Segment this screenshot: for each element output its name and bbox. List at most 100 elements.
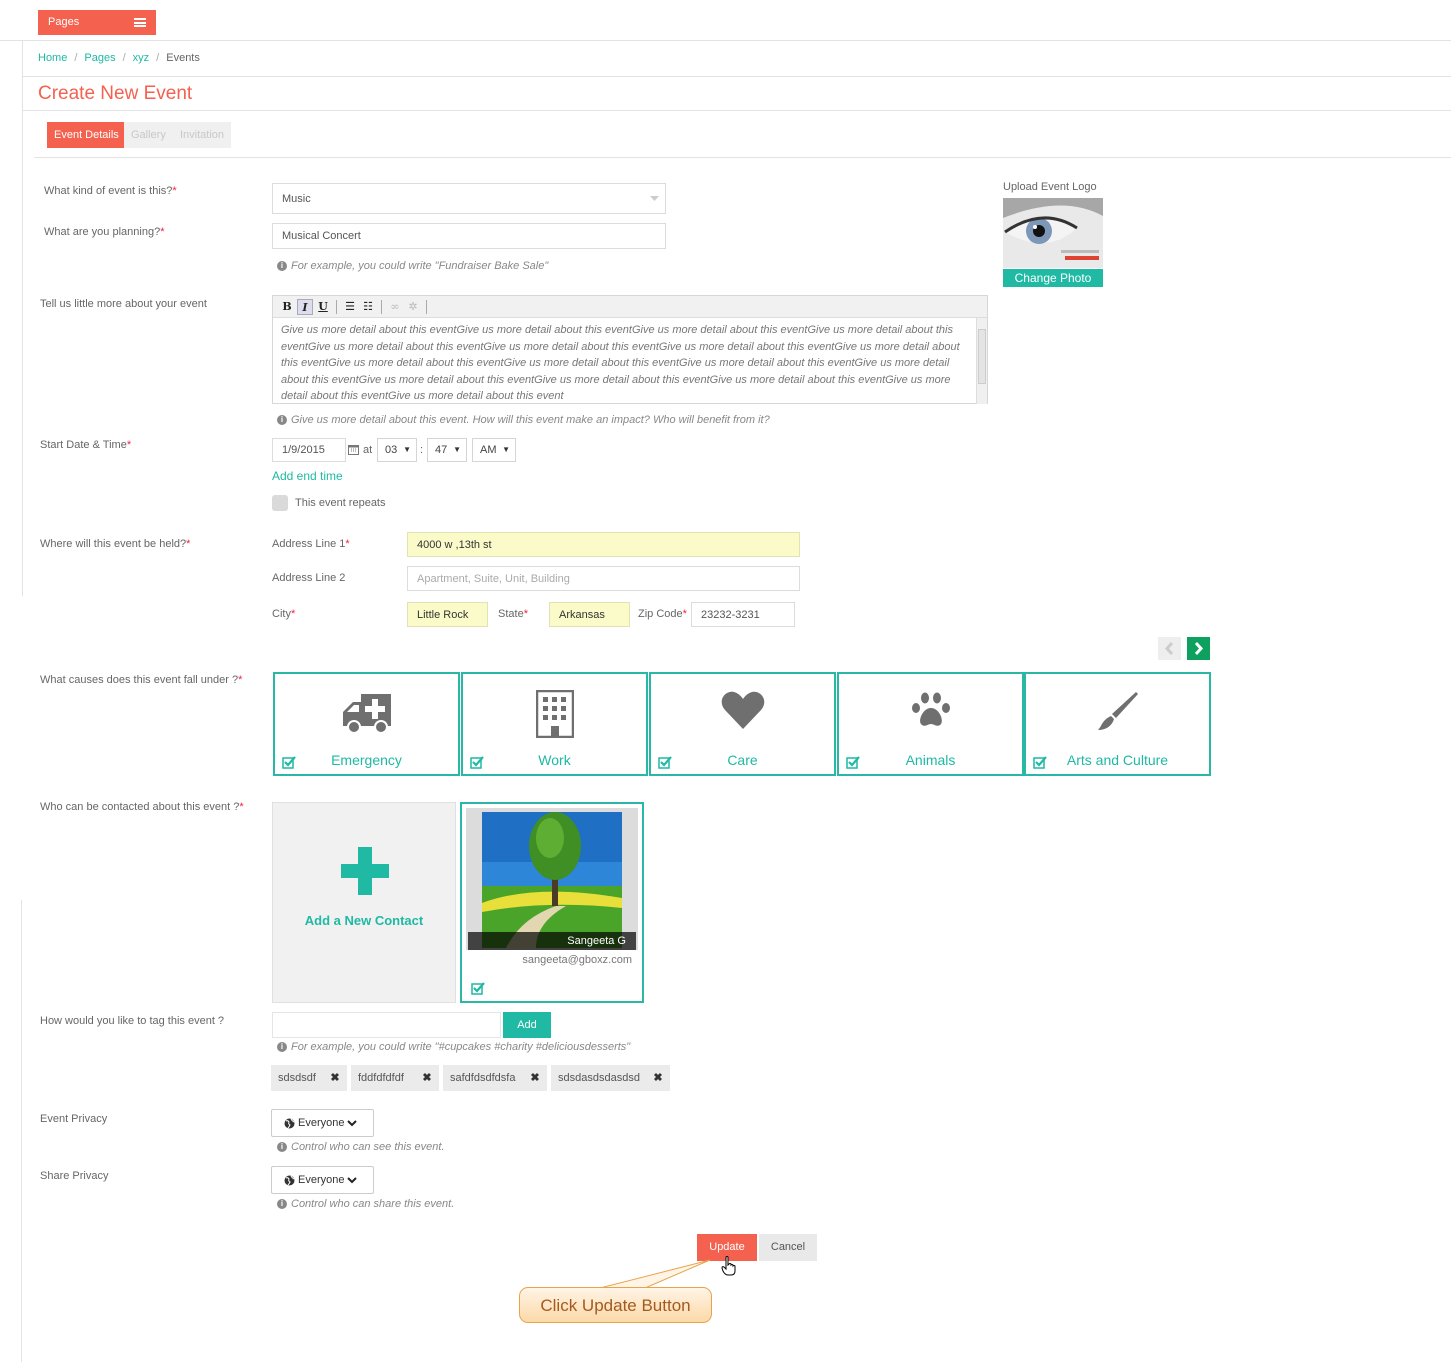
tab-invitation[interactable]: Invitation	[173, 122, 232, 148]
info-icon: i	[277, 415, 287, 426]
tab-event-details[interactable]: Event Details	[47, 122, 126, 148]
info-icon: i	[277, 261, 287, 272]
address1-label: Address Line 1*	[272, 538, 350, 550]
description-hint: i Give us more detail about this event. H…	[277, 414, 770, 426]
info-icon: i	[277, 1199, 287, 1210]
carousel-next-button[interactable]	[1187, 637, 1210, 660]
close-icon[interactable]: ✖	[529, 1072, 541, 1084]
planning-hint: i For example, you could write "Fundraise…	[277, 260, 548, 272]
bold-icon[interactable]: B	[279, 299, 295, 315]
description-label: Tell us little more about your event	[40, 298, 207, 310]
chevron-down-icon	[347, 1119, 358, 1126]
tab-gallery[interactable]: Gallery	[124, 122, 173, 148]
address1-value: 4000 w ,13th st	[417, 538, 492, 551]
underline-icon[interactable]: U	[315, 299, 331, 315]
zip-input[interactable]: 23232-3231	[691, 602, 795, 627]
pages-menu-button[interactable]: Pages	[38, 10, 156, 35]
chevron-down-icon	[347, 1176, 358, 1183]
address2-input[interactable]: Apartment, Suite, Unit, Building	[407, 566, 800, 591]
plus-icon	[341, 847, 389, 898]
bullet-list-icon[interactable]: ☰	[342, 299, 358, 315]
share-privacy-dropdown[interactable]: Everyone	[271, 1166, 374, 1194]
repeats-label: This event repeats	[295, 497, 386, 509]
editor-toolbar: B I U ☰ ☷ ∞ ✲	[273, 296, 987, 318]
cause-name: Emergency	[331, 752, 402, 768]
close-icon[interactable]: ✖	[421, 1072, 433, 1084]
cause-name: Care	[727, 752, 758, 768]
cause-name: Animals	[905, 752, 956, 768]
contacts-label: Who can be contacted about this event ?*	[40, 801, 244, 813]
time-colon: :	[420, 444, 424, 456]
info-icon: i	[277, 1042, 287, 1053]
hamburger-icon	[134, 18, 146, 27]
carousel-prev-button[interactable]	[1158, 637, 1181, 660]
causes-label: What causes does this event fall under ?…	[40, 674, 243, 686]
start-date-value: 1/9/2015	[282, 444, 325, 456]
contact-email: sangeeta@gboxz.com	[522, 954, 632, 966]
add-tag-button[interactable]: Add	[503, 1012, 551, 1038]
building-icon	[463, 689, 646, 741]
editor-scrollbar[interactable]	[976, 318, 987, 404]
city-value: Little Rock	[417, 608, 469, 621]
zip-value: 23232-3231	[701, 608, 760, 621]
description-text[interactable]: Give us more detail about this eventGive…	[273, 318, 987, 404]
unlink-icon[interactable]: ✲	[405, 299, 421, 315]
share-privacy-hint: i Control who can share this event.	[277, 1198, 454, 1210]
chevron-down-icon	[650, 196, 659, 201]
location-label: Where will this event be held?*	[40, 538, 191, 550]
breadcrumb-xyz[interactable]: xyz	[133, 52, 150, 64]
state-label: State*	[498, 608, 528, 620]
cause-emergency[interactable]: Emergency	[273, 672, 460, 776]
cause-name: Work	[538, 752, 571, 768]
chevron-left-icon	[1164, 641, 1174, 656]
close-icon[interactable]: ✖	[329, 1072, 341, 1084]
upload-logo-label: Upload Event Logo	[1003, 181, 1097, 193]
state-input[interactable]: Arkansas	[549, 602, 630, 627]
hour-select[interactable]: 03 ▼	[377, 438, 417, 462]
event-kind-select[interactable]: Music	[272, 183, 666, 214]
cause-arts-and-culture[interactable]: Arts and Culture	[1024, 672, 1211, 776]
tags-label: How would you like to tag this event ?	[40, 1015, 225, 1027]
cause-work[interactable]: Work	[461, 672, 648, 776]
cause-animals[interactable]: Animals	[837, 672, 1024, 776]
at-label: at	[363, 444, 373, 456]
tag-input[interactable]	[272, 1012, 501, 1038]
link-icon[interactable]: ∞	[387, 299, 403, 315]
description-editor[interactable]: B I U ☰ ☷ ∞ ✲ Give us more detail about …	[272, 295, 988, 404]
contact-name: Sangeeta G	[468, 932, 636, 950]
cause-care[interactable]: Care	[649, 672, 836, 776]
minute-select[interactable]: 47 ▼	[427, 438, 467, 462]
event-privacy-label: Event Privacy	[40, 1113, 108, 1125]
change-photo-button[interactable]: Change Photo	[1003, 269, 1103, 287]
breadcrumb-home[interactable]: Home	[38, 52, 67, 64]
add-contact-button[interactable]: Add a New Contact	[272, 802, 456, 1003]
check-icon	[471, 982, 485, 998]
repeats-checkbox[interactable]	[272, 495, 288, 511]
tag-chip-label: fddfdfdfdf	[358, 1072, 404, 1084]
cause-name: Arts and Culture	[1066, 752, 1169, 768]
address1-input[interactable]: 4000 w ,13th st	[407, 532, 800, 557]
ambulance-icon	[275, 690, 458, 739]
planning-input[interactable]: Musical Concert	[272, 223, 666, 249]
caret-down-icon: ▼	[453, 445, 461, 454]
ampm-value: AM	[480, 444, 497, 456]
minute-value: 47	[435, 444, 448, 456]
italic-icon[interactable]: I	[297, 298, 313, 315]
breadcrumb-pages[interactable]: Pages	[84, 52, 115, 64]
tag-chip: fddfdfdfdf ✖	[351, 1065, 439, 1091]
calendar-icon[interactable]	[348, 444, 359, 458]
event-privacy-hint: i Control who can see this event.	[277, 1141, 444, 1153]
start-date-input[interactable]: 1/9/2015	[272, 438, 346, 462]
close-icon[interactable]: ✖	[652, 1072, 664, 1084]
chevron-right-icon	[1194, 641, 1204, 656]
city-input[interactable]: Little Rock	[407, 602, 488, 627]
numbered-list-icon[interactable]: ☷	[360, 299, 376, 315]
event-privacy-dropdown[interactable]: Everyone	[271, 1109, 374, 1137]
heart-icon	[651, 690, 834, 733]
page-title: Create New Event	[38, 83, 193, 104]
add-end-time-link[interactable]: Add end time	[272, 469, 343, 483]
cancel-button[interactable]: Cancel	[759, 1234, 817, 1261]
ampm-select[interactable]: AM ▼	[472, 438, 516, 462]
tag-chip: safdfdsdfdsfa ✖	[443, 1065, 547, 1091]
contact-card[interactable]: Sangeeta G sangeeta@gboxz.com	[460, 802, 644, 1003]
